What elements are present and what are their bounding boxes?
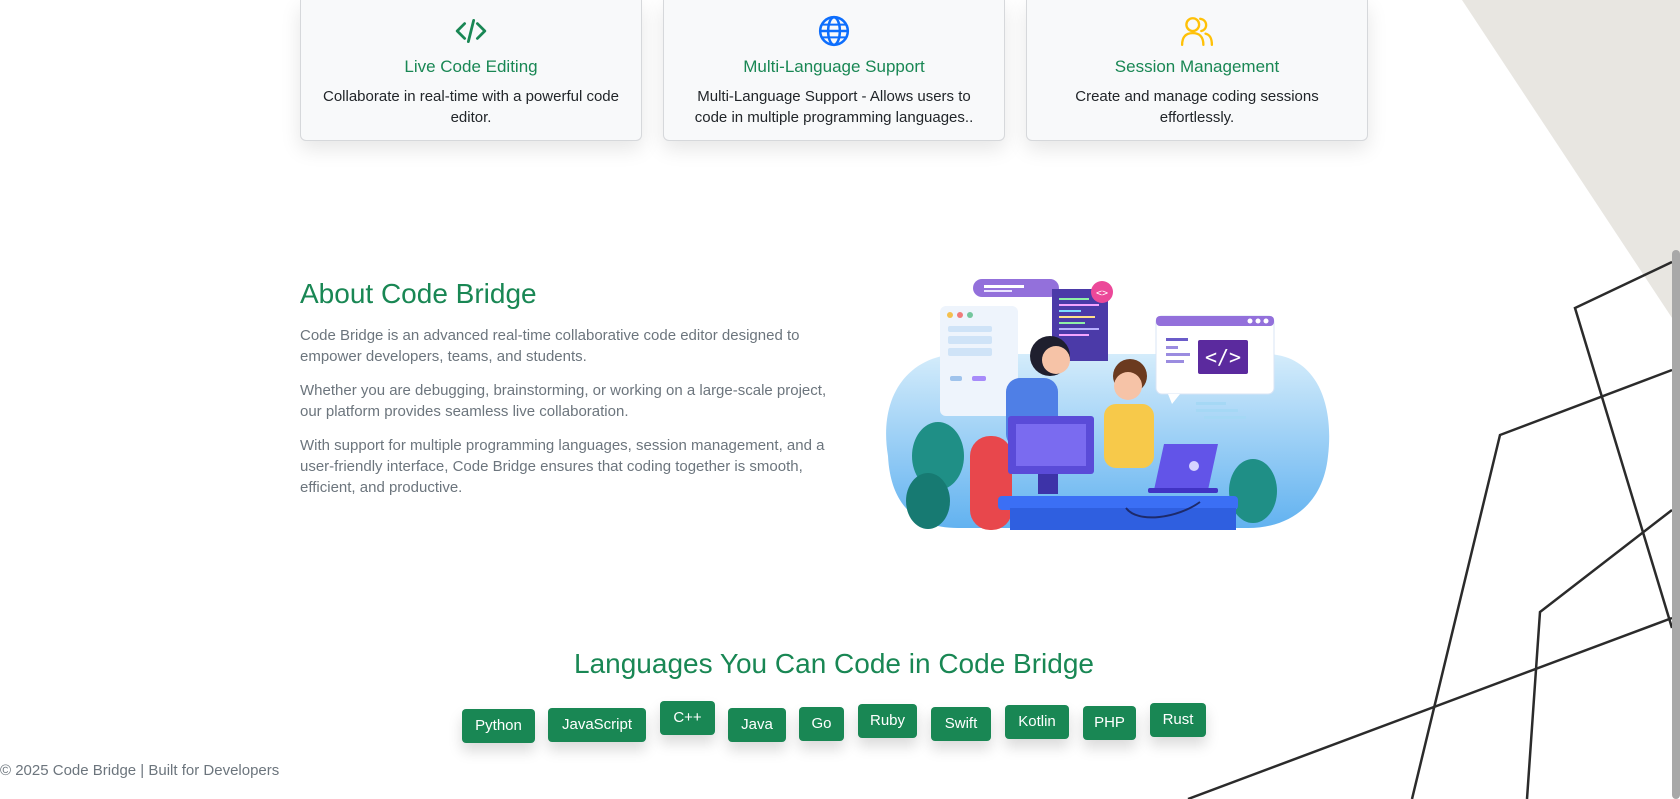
feature-title: Session Management	[1114, 57, 1280, 76]
feature-title: Multi-Language Support	[743, 57, 925, 76]
footer-text: © 2025 Code Bridge | Built for Developer…	[0, 762, 280, 779]
language-button-swift[interactable]: Swift	[931, 707, 991, 741]
feature-description: Multi-Language Support - Allows users to…	[694, 88, 974, 126]
language-button-ruby[interactable]: Ruby	[858, 704, 917, 738]
collaboration-illustration: <> </>	[886, 279, 1330, 530]
code-icon	[301, 14, 641, 48]
feature-description: Create and manage coding sessions effort…	[1075, 88, 1319, 126]
feature-card-session: Session Management Create and manage cod…	[1026, 0, 1368, 141]
about-paragraph-2: Whether you are debugging, brainstorming…	[300, 382, 827, 420]
language-button-python[interactable]: Python	[462, 709, 535, 743]
scrollbar-thumb[interactable]	[1672, 250, 1680, 799]
svg-text:</>: </>	[1205, 345, 1241, 369]
language-button-cpp[interactable]: C++	[660, 701, 715, 735]
language-button-javascript[interactable]: JavaScript	[548, 708, 646, 742]
language-button-go[interactable]: Go	[799, 707, 844, 741]
feature-description: Collaborate in real-time with a powerful…	[323, 88, 619, 126]
svg-text:<>: <>	[1096, 288, 1108, 299]
language-button-php[interactable]: PHP	[1083, 706, 1136, 740]
page: Live Code Editing Collaborate in real-ti…	[0, 0, 1680, 799]
languages-title: Languages You Can Code in Code Bridge	[574, 648, 1094, 679]
feature-card-live-code: Live Code Editing Collaborate in real-ti…	[300, 0, 642, 141]
globe-icon	[664, 14, 1004, 48]
users-icon	[1027, 14, 1367, 48]
feature-card-multi-language: Multi-Language Support Multi-Language Su…	[663, 0, 1005, 141]
about-title: About Code Bridge	[300, 278, 537, 309]
about-paragraph-3: With support for multiple programming la…	[300, 437, 825, 496]
language-button-kotlin[interactable]: Kotlin	[1005, 705, 1069, 739]
about-paragraph-1: Code Bridge is an advanced real-time col…	[300, 327, 800, 365]
language-button-java[interactable]: Java	[728, 708, 786, 742]
language-button-rust[interactable]: Rust	[1150, 703, 1206, 737]
feature-title: Live Code Editing	[404, 57, 538, 76]
feature-cards: Live Code Editing Collaborate in real-ti…	[300, 0, 1370, 142]
